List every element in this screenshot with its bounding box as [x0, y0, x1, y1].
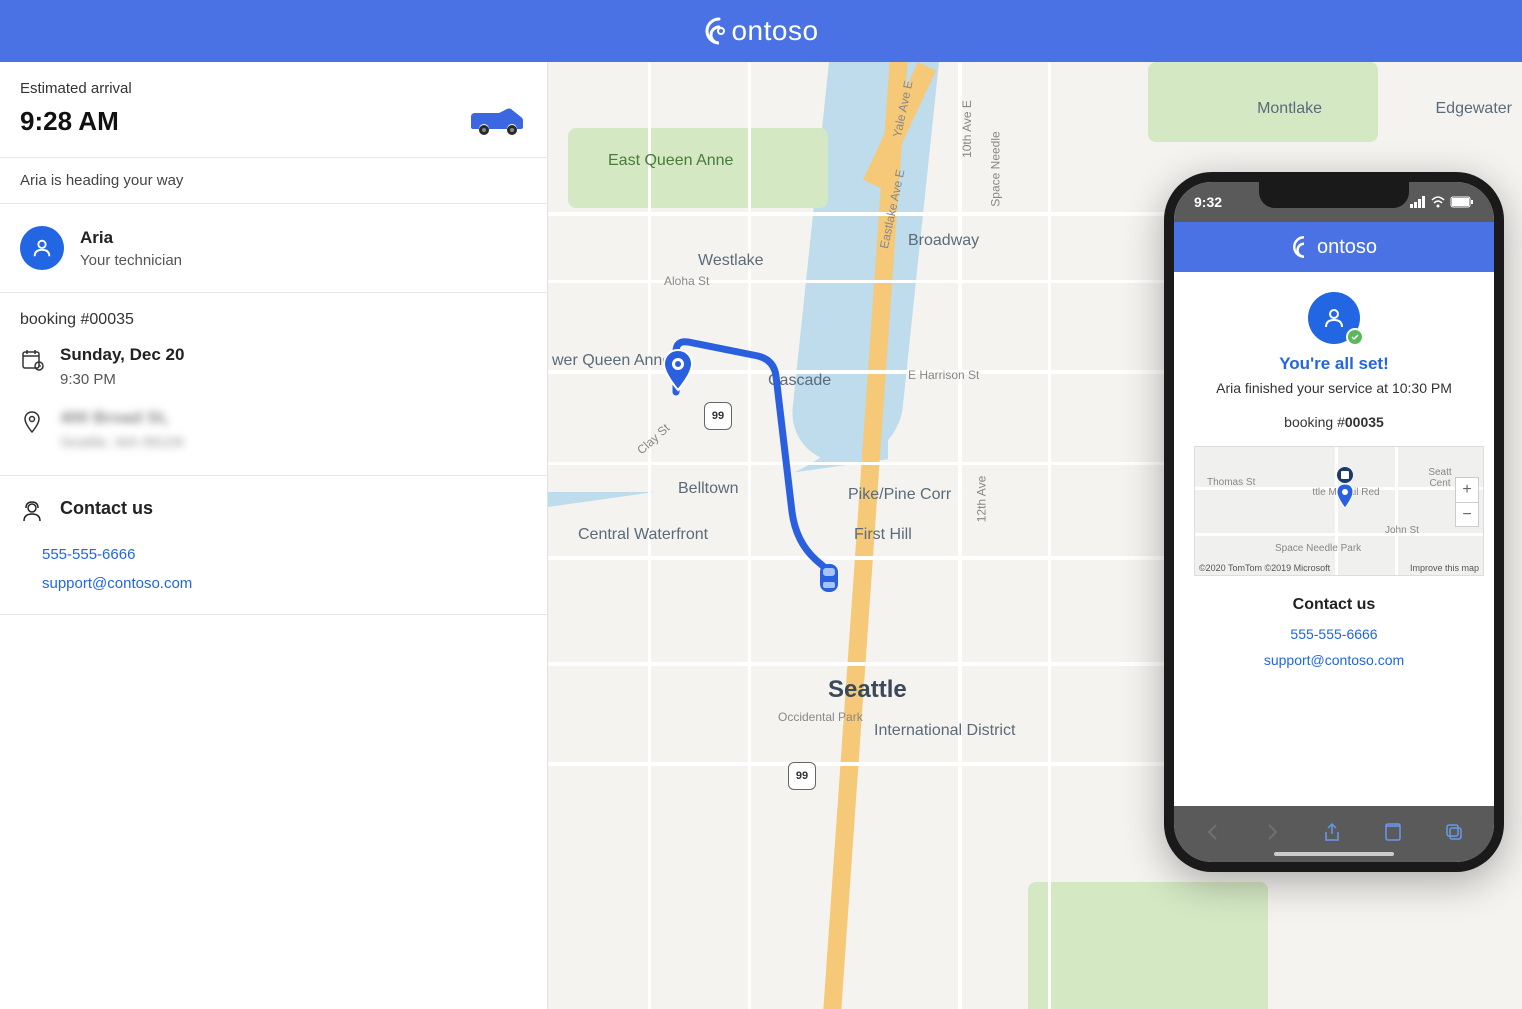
contact-email-link[interactable]: support@contoso.com	[0, 575, 547, 615]
phone-message: Aria finished your service at 10:30 PM	[1194, 380, 1474, 396]
vehicle-marker[interactable]	[814, 558, 844, 603]
contact-title: Contact us	[60, 498, 153, 519]
mini-location-pin-icon	[1335, 483, 1355, 509]
zoom-out-button[interactable]: −	[1456, 502, 1478, 526]
phone-overlay: 9:32 ontoso	[1164, 172, 1504, 872]
mini-map-zoom: + −	[1455, 477, 1479, 527]
phone-contact-phone-link[interactable]: 555-555-6666	[1194, 626, 1474, 642]
phone-avatar	[1308, 292, 1360, 344]
technician-role: Your technician	[80, 252, 182, 269]
phone-mini-map[interactable]: Thomas St ttle Mo rail Red John St Space…	[1194, 446, 1484, 576]
calendar-icon	[20, 347, 44, 371]
home-indicator	[1274, 852, 1394, 856]
phone-logo-mark-icon	[1291, 234, 1317, 260]
mini-map-attribution: ©2020 TomTom ©2019 Microsoft	[1199, 563, 1330, 573]
brand-name: ontoso	[731, 15, 818, 47]
person-icon	[31, 237, 53, 259]
person-icon	[1322, 306, 1346, 330]
phone-header: ontoso	[1174, 222, 1494, 272]
location-pin-icon	[20, 410, 44, 434]
phone-browser-nav	[1174, 806, 1494, 862]
phone-booking: booking #00035	[1194, 414, 1474, 430]
eta-label: Estimated arrival	[20, 80, 527, 97]
map-area[interactable]: Seattle Montlake Edgewater East Queen An…	[548, 62, 1522, 1009]
booking-date: Sunday, Dec 20	[60, 345, 184, 365]
phone-contact-title: Contact us	[1194, 596, 1474, 614]
phone-brand-name: ontoso	[1317, 236, 1377, 259]
mini-map-improve-link[interactable]: Improve this map	[1410, 563, 1479, 573]
check-badge-icon	[1346, 328, 1364, 346]
booking-address-row: 400 Broad St, Seattle, WA 98109	[0, 398, 547, 476]
nav-share-button[interactable]	[1322, 822, 1342, 847]
signal-icon	[1410, 196, 1426, 208]
contact-row: Contact us	[0, 476, 547, 534]
eta-time: 9:28 AM	[20, 106, 119, 137]
app-header: ontoso	[0, 0, 1522, 62]
phone-notch	[1259, 182, 1409, 208]
technician-avatar	[20, 226, 64, 270]
nav-tabs-button[interactable]	[1444, 822, 1464, 847]
mini-bus-pin-icon	[1335, 465, 1355, 485]
booking-address-line1: 400 Broad St,	[60, 408, 184, 428]
wifi-icon	[1430, 196, 1446, 208]
booking-time: 9:30 PM	[60, 371, 184, 388]
battery-icon	[1450, 196, 1474, 208]
headset-icon	[20, 500, 44, 524]
statusbar-time: 9:32	[1194, 194, 1222, 210]
nav-bookmarks-button[interactable]	[1383, 822, 1403, 847]
technician-row: Aria Your technician	[0, 204, 547, 293]
booking-label: booking #00035	[20, 311, 527, 329]
brand-logo: ontoso	[703, 15, 818, 47]
booking-address-line2: Seattle, WA 98109	[60, 434, 184, 451]
phone-contact-email-link[interactable]: support@contoso.com	[1194, 652, 1474, 668]
map-city-label: Seattle	[828, 676, 907, 704]
sidebar-panel: Estimated arrival 9:28 AM Aria is headin…	[0, 62, 548, 1009]
destination-pin[interactable]	[660, 348, 696, 397]
phone-headline: You're all set!	[1194, 354, 1474, 374]
nav-back-button[interactable]	[1204, 823, 1222, 846]
zoom-in-button[interactable]: +	[1456, 478, 1478, 502]
van-icon	[467, 103, 527, 139]
booking-date-row: Sunday, Dec 20 9:30 PM	[0, 335, 547, 398]
contact-phone-link[interactable]: 555-555-6666	[0, 546, 547, 563]
technician-name: Aria	[80, 228, 182, 248]
nav-forward-button[interactable]	[1263, 823, 1281, 846]
status-text: Aria is heading your way	[0, 158, 547, 204]
